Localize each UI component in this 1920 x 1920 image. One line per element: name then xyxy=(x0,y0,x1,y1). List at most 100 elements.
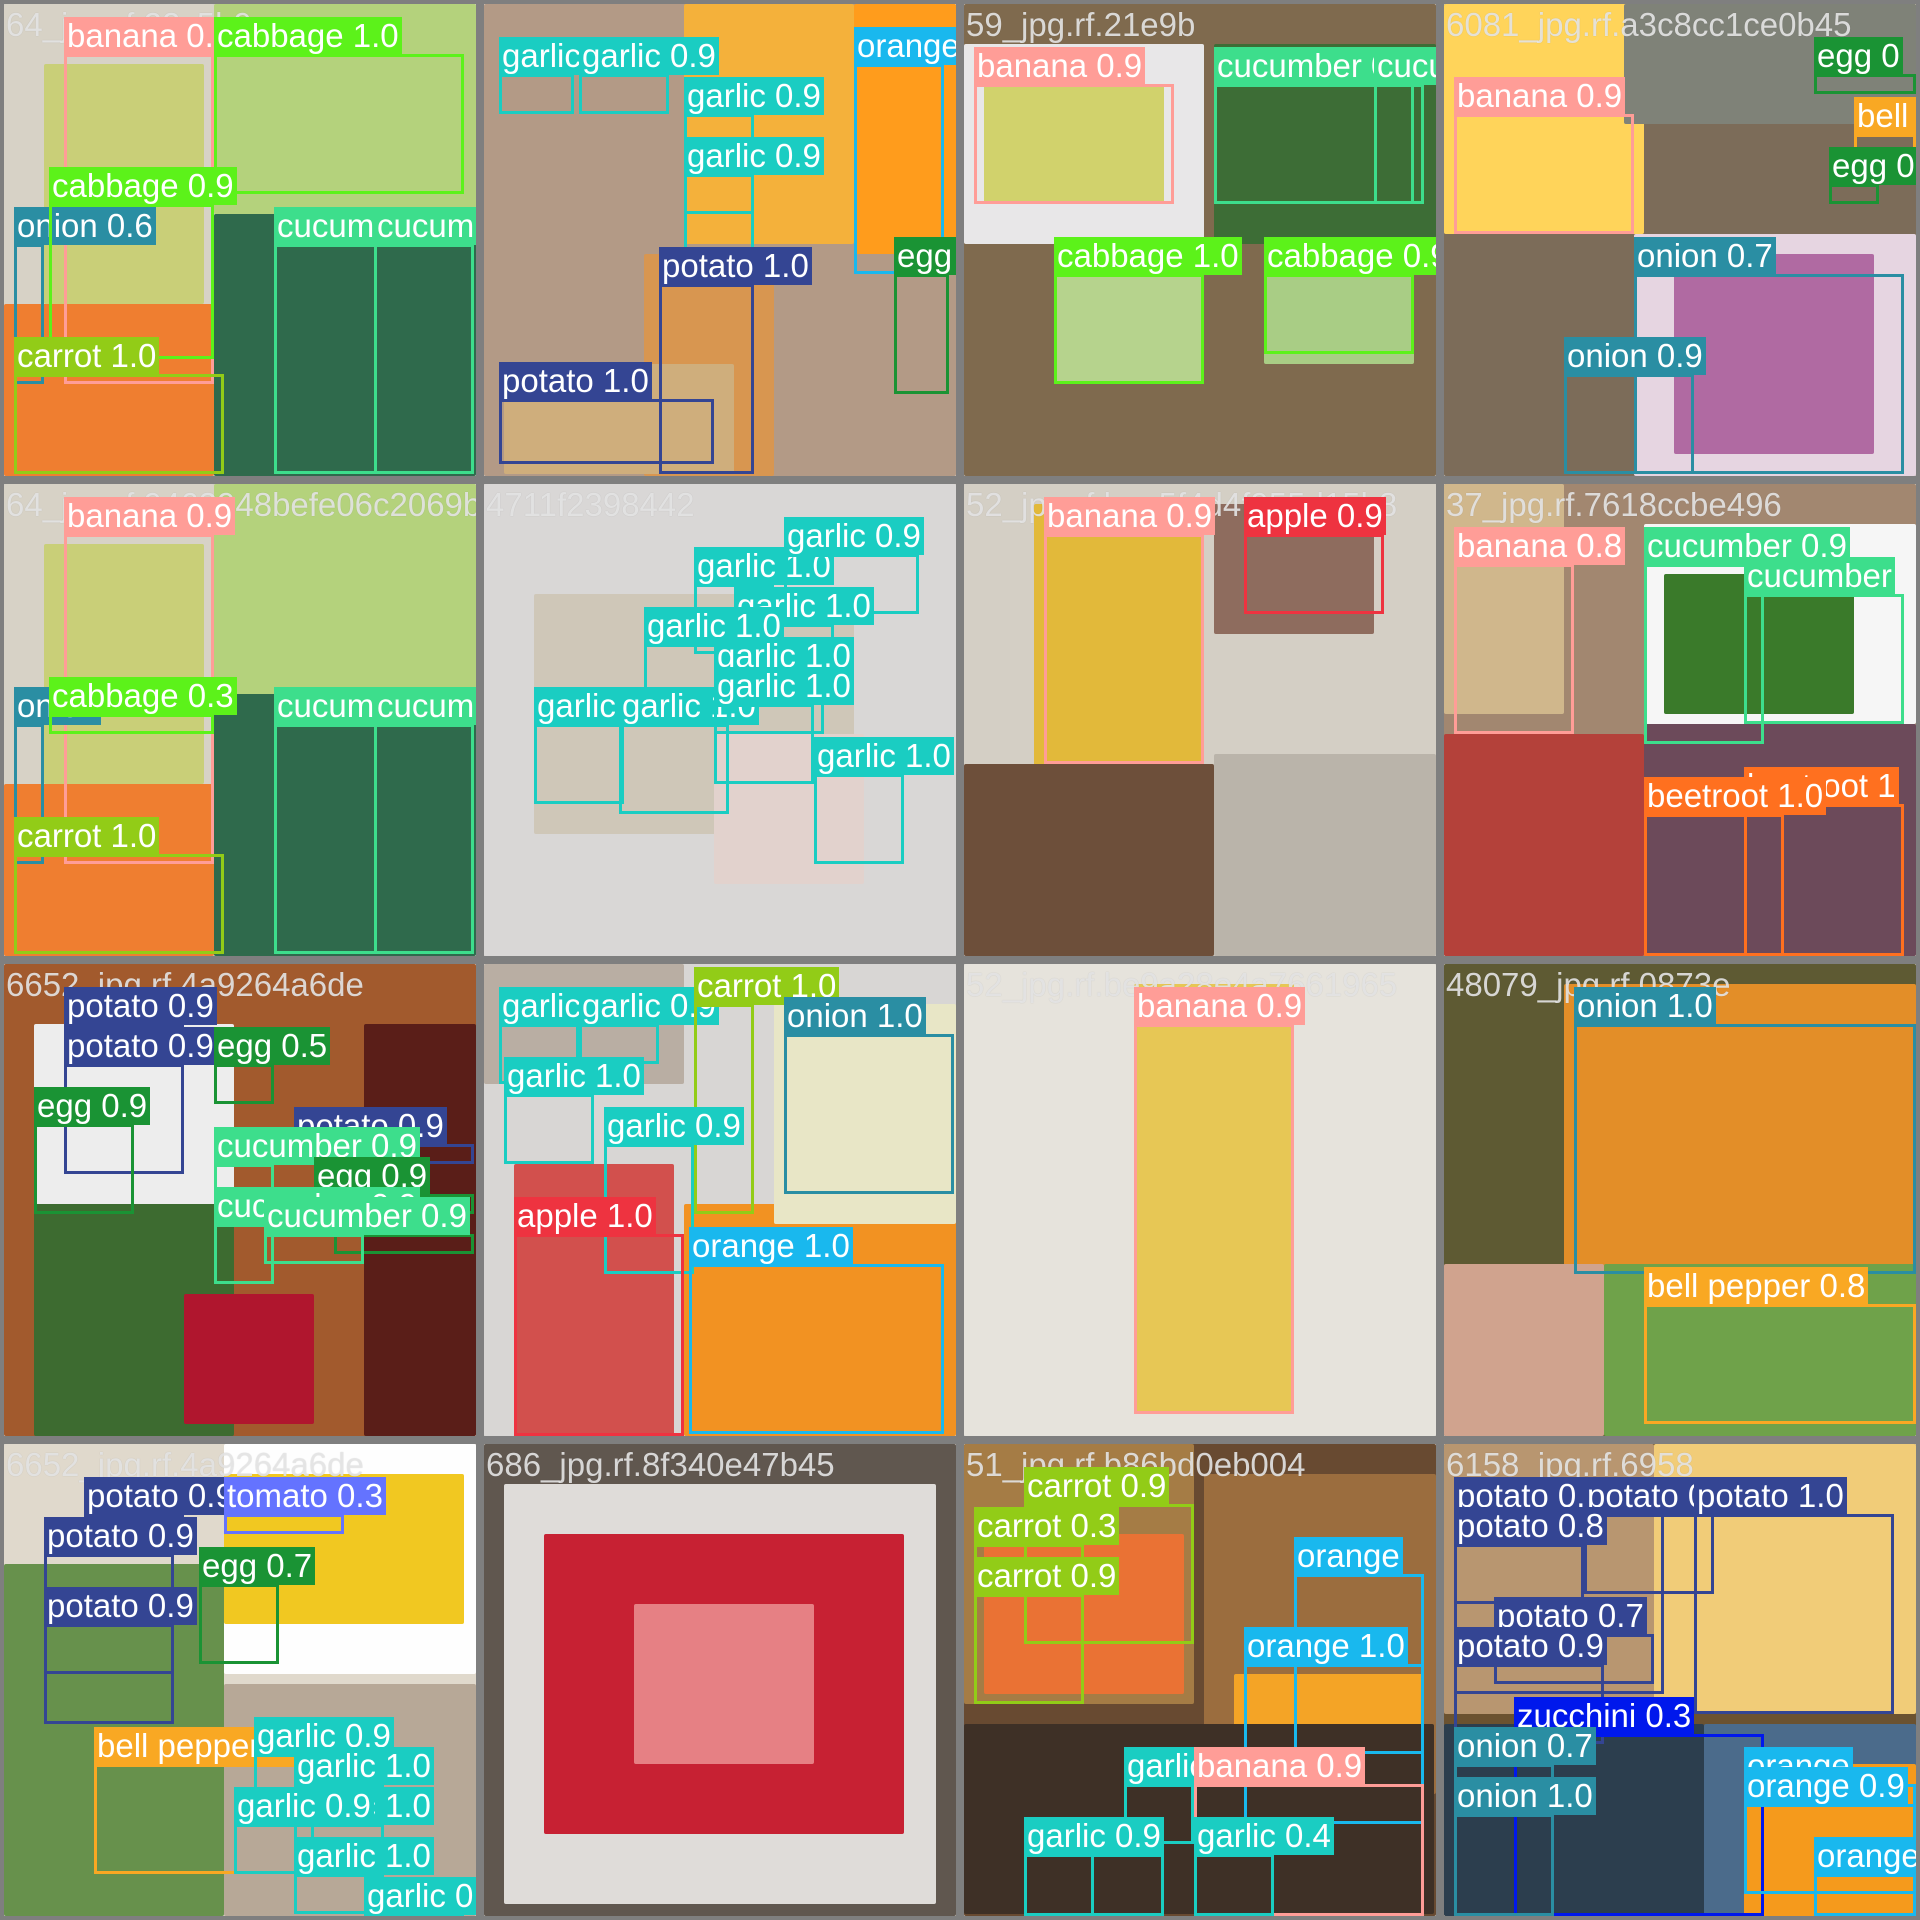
mosaic-tile: 6158_jpg.rf.6958 potato 0.8 potato 0.9 pota… xyxy=(1444,1444,1916,1916)
detection-label: bell pepper 0.8 xyxy=(1644,1267,1869,1305)
detection-label: onion 0.7 xyxy=(1454,1727,1596,1765)
mosaic-tile: 6652_jpg.rf.4a9264a6de potato 0.9 potato 0… xyxy=(4,964,476,1436)
detection-label: carrot 0.9 xyxy=(974,1557,1120,1595)
detection-label: potato 0.9 xyxy=(64,987,217,1025)
detection-box: cucumber 0.9 xyxy=(264,1197,470,1264)
image-filename: 4711f2398442 xyxy=(486,486,695,523)
detection-label: cabbage 1.0 xyxy=(214,17,402,55)
mosaic-tile: 48079_jpg.rf.0873e onion 1.0 bell pepper 0… xyxy=(1444,964,1916,1436)
detection-box: egg 0.9 xyxy=(34,1087,151,1214)
detection-box: garlic 0.9 xyxy=(1024,1817,1164,1916)
detection-label: carrot 1.0 xyxy=(14,337,160,375)
detection-box: garlic 0.4 xyxy=(1194,1817,1334,1916)
image-filename: 686_jpg.rf.8f340e47b45 xyxy=(486,1446,835,1483)
detection-box: egg 0.5 xyxy=(214,1027,331,1104)
detection-box: onion 1.0 xyxy=(1574,987,1916,1274)
detection-box: garlic 1.0 xyxy=(504,1057,644,1164)
detection-label: onion 1.0 xyxy=(1574,987,1716,1025)
detection-label: carrot 0.3 xyxy=(974,1507,1120,1545)
detection-label: apple 1.0 xyxy=(514,1197,656,1235)
detection-box: garlic 0.9 xyxy=(534,687,674,804)
detection-label: carrot 0.9 xyxy=(1024,1467,1170,1505)
detection-label: banana 0.9 xyxy=(974,47,1146,85)
mosaic-tile: garlic 0.9 garlic 0.9 carrot 1.0 garlic 1.0… xyxy=(484,964,956,1436)
detection-box: egg 0.9 xyxy=(894,237,956,394)
detection-box: cucumber 0.9 xyxy=(1374,47,1436,204)
detection-box: banana 0.9 xyxy=(974,47,1174,204)
detection-box: banana 0.9 xyxy=(1044,497,1216,764)
detection-box: bell pepper 0.8 xyxy=(1644,1267,1916,1424)
detection-label: egg 0.9 xyxy=(894,237,956,275)
mosaic-tile: 52_jpg.rf.bea5f4d4f955d15b8banana 0.9app… xyxy=(964,484,1436,956)
detection-label: garlic 1.0 xyxy=(714,667,854,705)
detection-box: potato 0.8 xyxy=(1454,1507,1607,1604)
detection-box: garlic 1.0 xyxy=(714,667,854,784)
detection-box: potato 1.0 xyxy=(499,362,714,464)
mosaic-tile: 51_jpg.rf.b86bd0eb004 carrot 0.9 carrot 0.… xyxy=(964,1444,1436,1916)
detection-label: garlic xyxy=(364,1877,449,1915)
detection-label: garlic 0.9 xyxy=(1024,1817,1164,1855)
detection-label: garlic 1.0 xyxy=(294,1747,434,1785)
detection-label: orange 0.9 xyxy=(1744,1767,1908,1805)
photo-region xyxy=(1214,754,1436,956)
detection-box: egg 0 xyxy=(1814,37,1916,94)
detection-box: orange 1.0 xyxy=(689,1227,944,1434)
detection-box: garlic xyxy=(364,1877,449,1916)
mosaic-tile: garlic 0.9 garlic 0.9 garlic 0.9 orange garl… xyxy=(484,4,956,476)
detection-box: cabbage 0.9 xyxy=(49,167,237,359)
detection-label: orange xyxy=(1294,1537,1403,1575)
detection-box: egg 0.9 xyxy=(1829,147,1916,204)
detection-box: cucumber xyxy=(1744,557,1904,724)
photo-region xyxy=(184,1294,314,1424)
detection-label: cabbage 0.9 xyxy=(49,167,237,205)
detection-box: carrot 0.9 xyxy=(974,1557,1120,1704)
detection-box: carrot 1.0 xyxy=(14,337,224,474)
image-filename: 37_jpg.rf.7618ccbe496 xyxy=(1446,486,1782,523)
detection-label: garlic 0.9 xyxy=(604,1107,744,1145)
mosaic-tile: 64_jpg.rf.22c5b9banana 0.9cabbage 1.0oni… xyxy=(4,4,476,476)
detection-label: egg 0.9 xyxy=(1829,147,1916,185)
detection-label: egg 0.9 xyxy=(34,1087,151,1125)
detection-label: onion 0.9 xyxy=(1564,337,1706,375)
detection-label: garlic 0.9 xyxy=(579,37,719,75)
mosaic-tile: 52_jpg.rf.be9a28e4a7661965 banana 0.9 xyxy=(964,964,1436,1436)
detection-label: bell p xyxy=(1854,97,1916,135)
detection-box: garlic 0.9 xyxy=(579,37,719,114)
mosaic-tile: 64_jpg.rf.9463948befe06c2069bbanana 0.9o… xyxy=(4,484,476,956)
photo-region xyxy=(634,1604,814,1764)
detection-label: potato 0.9 xyxy=(44,1587,197,1625)
detection-label: garlic 1.0 xyxy=(814,737,954,775)
detection-label: banana 0.9 xyxy=(64,17,236,55)
detection-box: cucumber 1.0 xyxy=(374,687,476,954)
detection-label: onion 0.7 xyxy=(1634,237,1776,275)
detection-label: banana 0.9 xyxy=(1194,1747,1366,1785)
detection-label: banana 0.8 xyxy=(1454,527,1626,565)
detection-box: potato 0.9 xyxy=(44,1587,197,1724)
mosaic-tile: 6652_jpg.rf.4a9264a6de potato 0.9 tomato 0… xyxy=(4,1444,476,1916)
detection-label: cucumber 1.0 xyxy=(374,207,476,245)
detection-label: potato 0.8 xyxy=(1454,1507,1607,1545)
detection-label: banana 0.9 xyxy=(1044,497,1216,535)
detection-label: potato 1.0 xyxy=(659,247,812,285)
detection-label: garlic 1.0 xyxy=(504,1057,644,1095)
detection-label: cucumber 1.0 xyxy=(374,687,476,725)
detection-label: potato 1.0 xyxy=(499,362,652,400)
mosaic-tile: 59_jpg.rf.21e9b banana 0.9 cucumber 0.9 cuc… xyxy=(964,4,1436,476)
detection-label: tomato 0.3 xyxy=(224,1477,386,1515)
photo-region xyxy=(1444,1264,1604,1436)
image-filename: 59_jpg.rf.21e9b xyxy=(966,6,1196,43)
detection-box: garlic 0.9 xyxy=(499,37,639,114)
detection-label: egg 0 xyxy=(1814,37,1903,75)
detection-box: orange xyxy=(1814,1837,1916,1916)
detection-label: banana 0.9 xyxy=(64,497,236,535)
detection-label: carrot 1.0 xyxy=(14,817,160,855)
detection-label: cabbage 0.3 xyxy=(49,677,237,715)
detection-box: cabbage 0.3 xyxy=(49,677,237,734)
detection-label: cabbage 0.9 xyxy=(1264,237,1436,275)
detection-box: onion 0.9 xyxy=(1564,337,1706,474)
detection-box: onion 1.0 xyxy=(1454,1777,1596,1916)
detection-label: orange 1.0 xyxy=(689,1227,853,1265)
detection-label: cucumber 0.9 xyxy=(264,1197,470,1235)
detection-label: garlic 0.9 xyxy=(234,1787,374,1825)
detection-box: apple 1.0 xyxy=(514,1197,684,1436)
